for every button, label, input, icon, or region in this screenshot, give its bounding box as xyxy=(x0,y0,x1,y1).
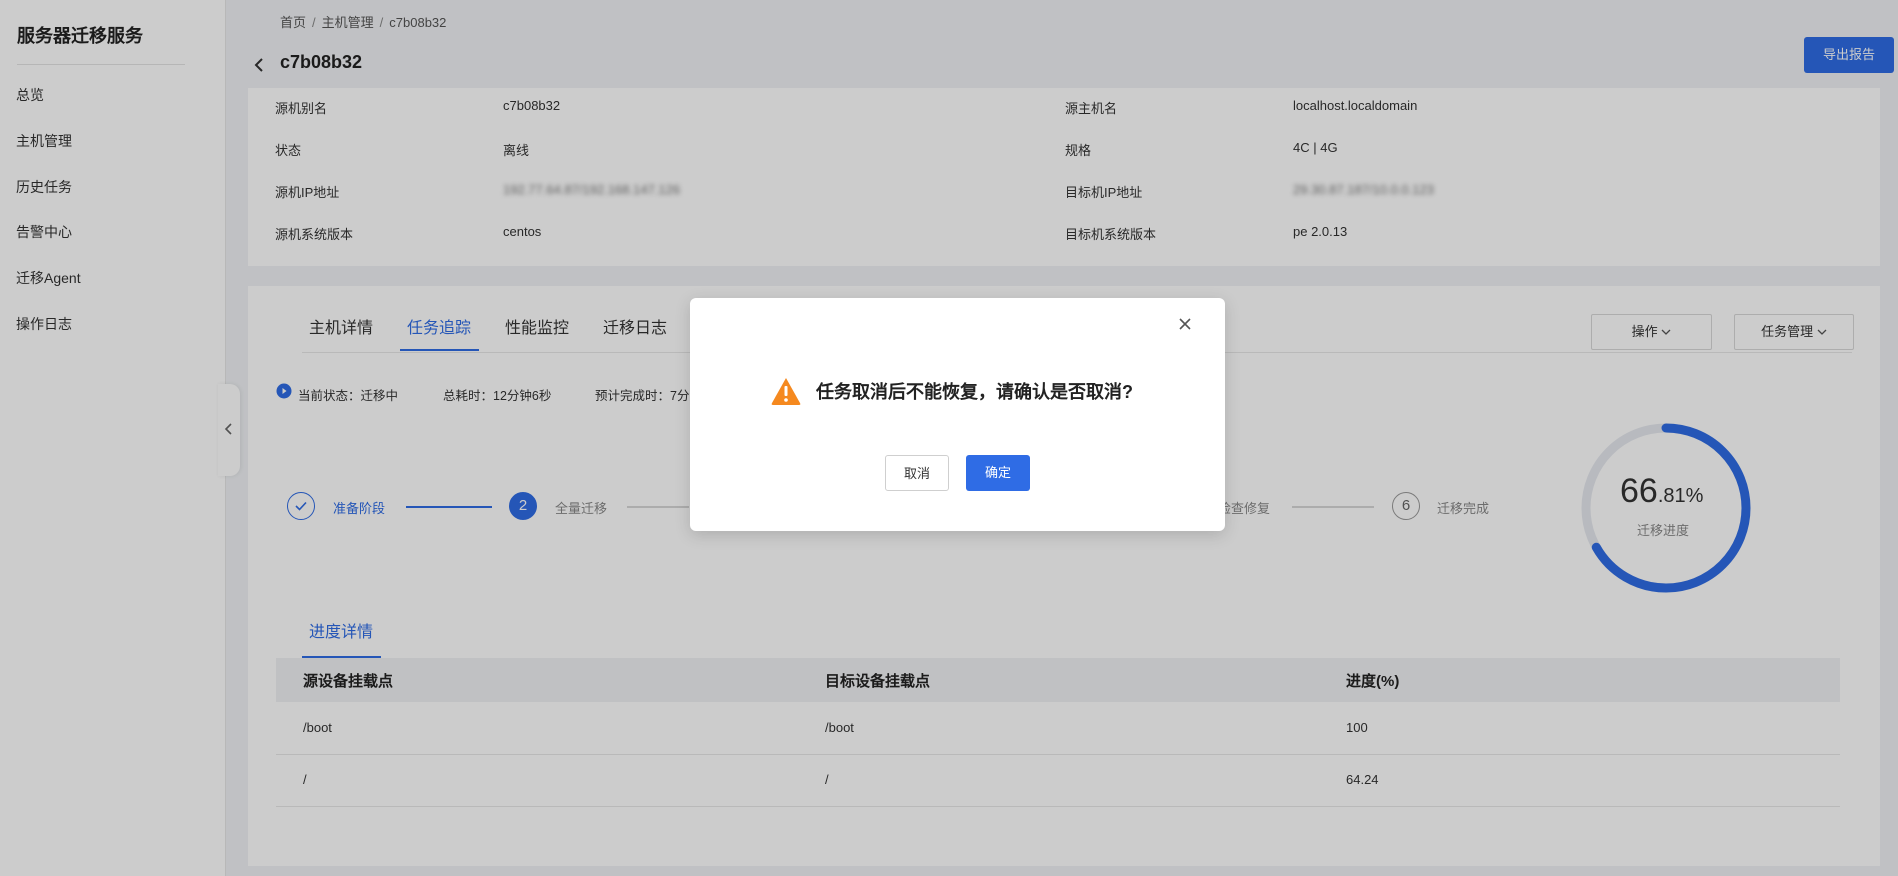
dialog-confirm-button[interactable]: 确定 xyxy=(966,455,1030,491)
warning-icon xyxy=(771,378,801,405)
cancel-task-dialog: 任务取消后不能恢复，请确认是否取消? 取消 确定 xyxy=(690,298,1225,531)
close-icon[interactable] xyxy=(1175,314,1195,334)
dialog-message: 任务取消后不能恢复，请确认是否取消? xyxy=(816,382,1133,402)
dialog-cancel-button[interactable]: 取消 xyxy=(885,455,949,491)
